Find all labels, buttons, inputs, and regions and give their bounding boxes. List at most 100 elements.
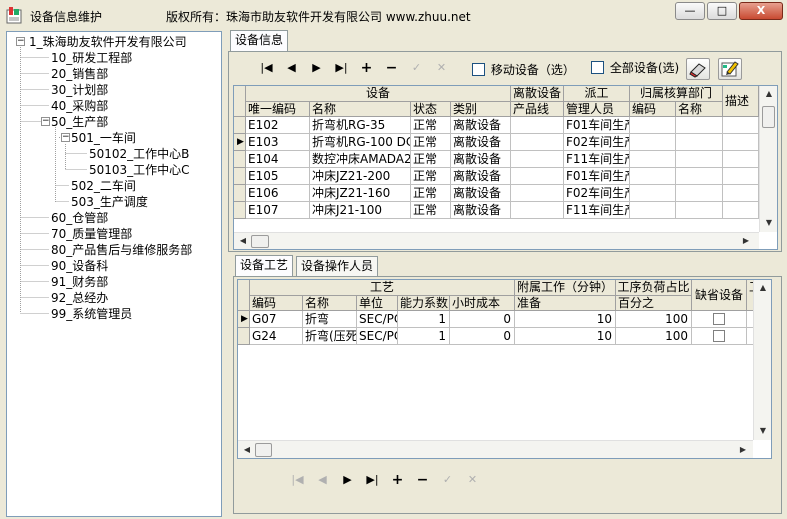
table-cell[interactable]: 100 [616,311,692,328]
header-preparation[interactable]: 准备 [515,296,616,311]
table-cell[interactable]: 0 [450,311,515,328]
tree-item[interactable]: 30_计划部 [51,82,108,98]
last-record-button[interactable]: ▶| [360,471,385,489]
close-button[interactable]: X [739,2,783,20]
header-capacity-factor[interactable]: 能力系数 [398,296,450,311]
table-cell[interactable]: F11车间生产 [564,151,630,168]
maximize-button[interactable]: □ [707,2,737,20]
first-record-button[interactable]: |◀ [254,59,279,77]
last-record-button[interactable]: ▶| [329,59,354,77]
tree-item[interactable]: 10_研发工程部 [51,50,132,66]
equipment-grid[interactable]: 设备 离散设备 派工 归属核算部门 描述 唯一编码 名称 状态 类别 产品线 管… [233,85,778,250]
eraser-icon[interactable] [686,58,710,80]
tab-equipment-craft[interactable]: 设备工艺 [235,255,294,277]
table-cell[interactable]: 冲床JZ21-200 [310,168,411,185]
table-cell[interactable]: 正常 [411,185,451,202]
header-unique-code[interactable]: 唯一编码 [246,102,310,117]
prev-record-button[interactable]: ◀ [310,471,335,489]
table-cell[interactable]: 10 [515,328,616,345]
table-cell[interactable]: F02车间生产 [564,185,630,202]
craft-hscroll[interactable]: ◀ ▶ [238,440,753,458]
table-cell[interactable] [630,151,676,168]
tree-item[interactable]: 40_采购部 [51,98,108,114]
header-code[interactable]: 编码 [250,296,303,311]
cancel-record-button[interactable]: ✕ [460,471,485,489]
tree-item[interactable]: 501_一车间 [71,130,136,146]
scroll-thumb[interactable] [251,235,269,248]
all-equipment-option[interactable]: 全部设备(选) [591,59,679,76]
all-equipment-checkbox[interactable] [591,61,604,74]
table-cell[interactable] [723,185,759,202]
table-cell[interactable] [630,117,676,134]
table-cell[interactable]: E106 [246,185,310,202]
craft-vscroll[interactable]: ▲ ▼ [753,280,771,440]
table-cell[interactable]: F11车间生产 [564,202,630,219]
table-cell[interactable]: 10 [515,311,616,328]
header-description[interactable]: 描述 [723,86,759,117]
table-cell[interactable]: 正常 [411,134,451,151]
tree-item[interactable]: 80_产品售后与维修服务部 [51,242,192,258]
post-record-button[interactable]: ✓ [435,471,460,489]
table-cell[interactable]: 折弯 [303,311,357,328]
table-cell[interactable] [511,185,564,202]
tree-item[interactable]: 50_生产部 [51,114,108,130]
minimize-button[interactable]: — [675,2,705,20]
table-cell[interactable] [723,151,759,168]
header-category[interactable]: 类别 [451,102,511,117]
tree-item[interactable]: 20_销售部 [51,66,108,82]
table-cell[interactable] [511,168,564,185]
header-name[interactable]: 名称 [303,296,357,311]
table-cell[interactable] [676,117,723,134]
scroll-right-icon[interactable]: ▶ [736,443,750,457]
table-cell[interactable]: E103 [246,134,310,151]
table-cell[interactable]: F01车间生产 [564,117,630,134]
header-percent[interactable]: 百分之 [616,296,692,311]
table-cell[interactable]: 折弯(压死 [303,328,357,345]
post-record-button[interactable]: ✓ [404,59,429,77]
next-record-button[interactable]: ▶ [335,471,360,489]
table-cell[interactable] [676,168,723,185]
table-cell[interactable]: 正常 [411,151,451,168]
table-cell[interactable] [676,202,723,219]
tree-item[interactable]: 99_系统管理员 [51,306,132,322]
mobile-equipment-option[interactable]: 移动设备（选） [472,61,575,78]
header-dept-name[interactable]: 名称 [676,102,723,117]
table-cell[interactable] [511,151,564,168]
tree-item[interactable]: 91_财务部 [51,274,108,290]
default-equipment-checkbox[interactable] [713,313,725,325]
table-cell[interactable] [511,117,564,134]
scroll-up-icon[interactable]: ▲ [756,281,770,295]
table-cell[interactable] [723,168,759,185]
scroll-left-icon[interactable]: ◀ [236,234,250,248]
header-name[interactable]: 名称 [310,102,411,117]
table-cell[interactable]: E104 [246,151,310,168]
header-product-line[interactable]: 产品线 [511,102,564,117]
table-cell[interactable]: G24 [250,328,303,345]
table-cell[interactable]: 折弯机RG-100 DC9 [310,134,411,151]
tree-item[interactable]: 50103_工作中心C [89,162,190,178]
table-cell[interactable]: SEC/PC [357,328,398,345]
tree-item[interactable]: 60_仓管部 [51,210,108,226]
table-cell[interactable] [676,134,723,151]
tree-item[interactable]: 502_二车间 [71,178,136,194]
header-default-equipment[interactable]: 缺省设备 [692,280,747,311]
header-unit[interactable]: 单位 [357,296,398,311]
table-cell[interactable]: E105 [246,168,310,185]
tree-collapse-icon[interactable]: − [61,133,70,142]
table-cell[interactable] [511,134,564,151]
scroll-thumb[interactable] [255,443,272,457]
header-status[interactable]: 状态 [411,102,451,117]
delete-record-button[interactable]: − [379,59,404,77]
scroll-left-icon[interactable]: ◀ [240,443,254,457]
table-cell[interactable]: 正常 [411,168,451,185]
scroll-up-icon[interactable]: ▲ [762,87,776,101]
table-cell[interactable]: 离散设备 [451,117,511,134]
add-record-button[interactable]: + [385,471,410,489]
tree-collapse-icon[interactable]: − [41,117,50,126]
scroll-down-icon[interactable]: ▼ [762,216,776,230]
table-cell[interactable]: 1 [398,328,450,345]
tab-equipment-info[interactable]: 设备信息 [230,30,289,52]
tree-item[interactable]: 90_设备科 [51,258,108,274]
edit-pencil-icon[interactable] [718,58,742,80]
table-cell[interactable]: 冲床JZ21-160 [310,185,411,202]
